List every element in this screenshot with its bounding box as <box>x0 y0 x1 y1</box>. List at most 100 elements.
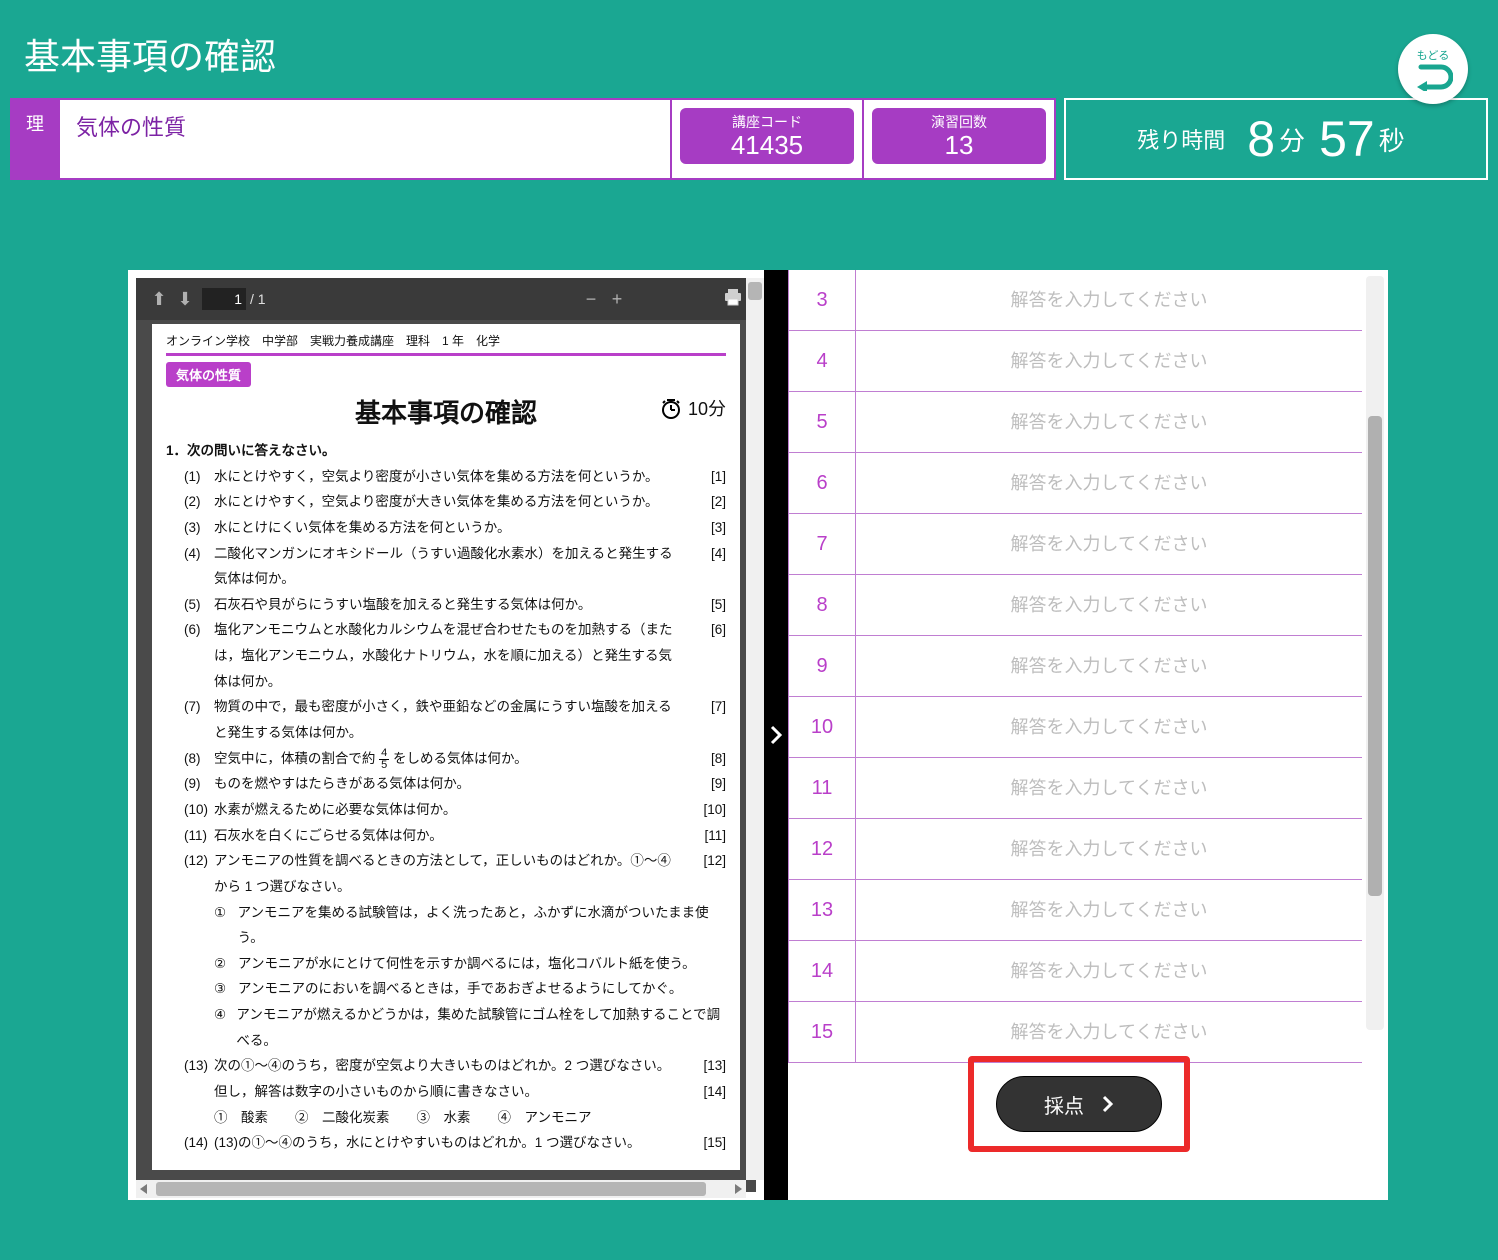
pdf-next-page-icon[interactable]: ⬇ <box>172 289 198 310</box>
answer-input[interactable] <box>856 697 1362 757</box>
pdf-question-row: (1)水にとけやすく，空気より密度が小さい気体を集める方法を何というか。[1] <box>184 464 726 490</box>
pdf-question-text: 水にとけやすく，空気より密度が大きい気体を集める方法を何というか。 <box>214 489 680 515</box>
pdf-topic-tag: 気体の性質 <box>166 362 251 387</box>
answer-input[interactable] <box>856 636 1362 696</box>
pdf-zoom-out-icon[interactable]: − <box>578 289 604 310</box>
answer-number: 10 <box>789 697 856 757</box>
pdf-question-ref: [9] <box>680 771 726 797</box>
pdf-time-limit: 10分 <box>660 395 726 421</box>
pdf-question-ref: [13] [14] <box>680 1053 726 1104</box>
pdf-question-ref: [10] <box>680 797 726 823</box>
pdf-question-text: 物質の中で，最も密度が小さく，鉄や亜鉛などの金属にうすい塩酸を加えると発生する気… <box>214 694 680 745</box>
pdf-page: オンライン学校 中学部 実戦力養成講座 理科 1 年 化学 気体の性質 基本事項… <box>152 324 740 1170</box>
pdf-question-option: ②アンモニアが水にとけて何性を示すか調べるには，塩化コバルト紙を使う。 <box>214 951 726 977</box>
answer-input[interactable] <box>856 392 1362 452</box>
pdf-question-number: (7) <box>184 694 214 745</box>
answer-row: 5 <box>789 392 1362 453</box>
return-arrow-icon <box>1413 61 1453 91</box>
pdf-question-text: 空気中に，体積の割合で約 45 をしめる気体は何か。 <box>214 746 680 772</box>
pdf-question-row: (12)アンモニアの性質を調べるときの方法として，正しいものはどれか。①〜④から… <box>184 848 726 899</box>
topic-title: 気体の性質 <box>58 98 672 180</box>
answer-row: 4 <box>789 331 1362 392</box>
answer-input[interactable] <box>856 819 1362 879</box>
answer-input[interactable] <box>856 1002 1362 1062</box>
pane-splitter[interactable] <box>764 270 788 1200</box>
timer-label: 残り時間 <box>1137 123 1225 155</box>
answer-input[interactable] <box>856 575 1362 635</box>
pdf-question-option: ③アンモニアのにおいを調べるときは，手であおぎよせるようにしてかぐ。 <box>214 976 726 1002</box>
pdf-question-row: (5)石灰石や貝がらにうすい塩酸を加えると発生する気体は何か。[5] <box>184 592 726 618</box>
pdf-toolbar: ⬆ ⬇ 1 / 1 − + <box>136 278 756 320</box>
pdf-meta-line: オンライン学校 中学部 実戦力養成講座 理科 1 年 化学 <box>166 332 726 356</box>
answer-row: 10 <box>789 697 1362 758</box>
answer-pane: 3456789101112131415 採点 <box>788 270 1388 1200</box>
answer-input[interactable] <box>856 514 1362 574</box>
pdf-page-current[interactable]: 1 <box>202 288 246 310</box>
chevron-right-icon <box>769 724 783 746</box>
answer-row: 8 <box>789 575 1362 636</box>
grade-button-label: 採点 <box>1044 1090 1084 1119</box>
course-code-block: 講座コード 41435 <box>672 98 864 180</box>
pdf-print-icon[interactable] <box>720 288 746 311</box>
pdf-page-wrap[interactable]: オンライン学校 中学部 実戦力養成講座 理科 1 年 化学 気体の性質 基本事項… <box>136 320 756 1192</box>
answer-row: 3 <box>789 270 1362 331</box>
pdf-prev-page-icon[interactable]: ⬆ <box>146 289 172 310</box>
pdf-question-text: ものを燃やすはたらきがある気体は何か。 <box>214 771 680 797</box>
exercise-count-block: 演習回数 13 <box>864 98 1056 180</box>
pdf-question-number: (14) <box>184 1130 214 1156</box>
answer-input[interactable] <box>856 453 1362 513</box>
pdf-question-text: 水素が燃えるために必要な気体は何か。 <box>214 797 680 823</box>
back-button[interactable]: もどる <box>1398 34 1468 104</box>
pdf-scrollbar-vertical[interactable] <box>746 278 764 1180</box>
pdf-scrollbar-horizontal[interactable] <box>136 1180 746 1198</box>
pdf-question-ref: [5] <box>680 592 726 618</box>
pdf-question-number: (5) <box>184 592 214 618</box>
answer-input[interactable] <box>856 270 1362 330</box>
pdf-question-number: (13) <box>184 1053 214 1104</box>
pdf-question-row: (8)空気中に，体積の割合で約 45 をしめる気体は何か。[8] <box>184 746 726 772</box>
grade-button[interactable]: 採点 <box>996 1076 1162 1132</box>
pdf-question-row: (2)水にとけやすく，空気より密度が大きい気体を集める方法を何というか。[2] <box>184 489 726 515</box>
answer-number: 13 <box>789 880 856 940</box>
exercise-count-value: 13 <box>872 132 1046 158</box>
pdf-question-option: ④アンモニアが燃えるかどうかは，集めた試験管にゴム栓をして加熱することで調べる。 <box>214 1002 726 1053</box>
answer-number: 15 <box>789 1002 856 1062</box>
answer-input[interactable] <box>856 331 1362 391</box>
pdf-question-ref: [1] <box>680 464 726 490</box>
answer-input[interactable] <box>856 941 1362 1001</box>
pdf-question-option: ①アンモニアを集める試験管は，よく洗ったあと，ふかずに水滴がついたまま使う。 <box>214 900 726 951</box>
clock-icon <box>660 397 682 419</box>
pdf-title: 基本事項の確認 10分 <box>166 393 726 430</box>
pdf-question-row: (13)次の①〜④のうち，密度が空気より大きいものはどれか。2 つ選びなさい。但… <box>184 1053 726 1104</box>
answer-row: 14 <box>789 941 1362 1002</box>
pdf-question-number: (9) <box>184 771 214 797</box>
pdf-question-text: 石灰水を白くにごらせる気体は何か。 <box>214 823 680 849</box>
answer-row: 13 <box>789 880 1362 941</box>
answer-number: 6 <box>789 453 856 513</box>
pdf-question-text: 水にとけにくい気体を集める方法を何というか。 <box>214 515 680 541</box>
pdf-question-ref: [6] <box>680 617 726 694</box>
answer-number: 11 <box>789 758 856 818</box>
pdf-zoom-in-icon[interactable]: + <box>604 289 630 310</box>
pdf-question-row: (9)ものを燃やすはたらきがある気体は何か。[9] <box>184 771 726 797</box>
answer-number: 7 <box>789 514 856 574</box>
answer-input[interactable] <box>856 880 1362 940</box>
pdf-question-text: 石灰石や貝がらにうすい塩酸を加えると発生する気体は何か。 <box>214 592 680 618</box>
pdf-page-total: / 1 <box>250 291 266 307</box>
pdf-question-text: 次の①〜④のうち，密度が空気より大きいものはどれか。2 つ選びなさい。但し，解答… <box>214 1053 680 1104</box>
pdf-question-ref: [3] <box>680 515 726 541</box>
pdf-question-lead: 1．次の問いに答えなさい。 <box>166 438 726 464</box>
main-split: ⬆ ⬇ 1 / 1 − + オンライン学校 中学部 実戦力養成講座 理科 1 年… <box>128 270 1388 1200</box>
answer-input[interactable] <box>856 758 1362 818</box>
grade-button-highlight: 採点 <box>968 1056 1190 1152</box>
exercise-count-label: 演習回数 <box>872 112 1046 132</box>
pdf-question-row: (11)石灰水を白くにごらせる気体は何か。[11] <box>184 823 726 849</box>
timer-seconds-unit: 秒 <box>1379 121 1405 158</box>
pdf-question-ref: [12] <box>680 848 726 899</box>
answer-row: 11 <box>789 758 1362 819</box>
course-code-label: 講座コード <box>680 112 854 132</box>
course-code-value: 41435 <box>680 132 854 158</box>
pdf-pane: ⬆ ⬇ 1 / 1 − + オンライン学校 中学部 実戦力養成講座 理科 1 年… <box>128 270 764 1200</box>
pdf-frame: ⬆ ⬇ 1 / 1 − + オンライン学校 中学部 実戦力養成講座 理科 1 年… <box>136 278 756 1192</box>
answer-scrollbar-vertical[interactable] <box>1366 276 1384 1030</box>
